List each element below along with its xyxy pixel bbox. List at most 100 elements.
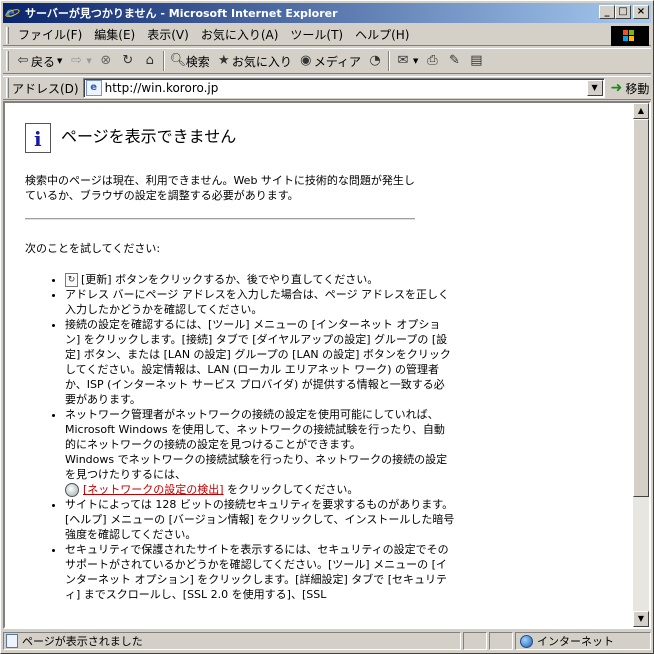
media-button[interactable]: ◉ メディア: [295, 50, 364, 72]
browser-window: e サーバーが見つかりません - Microsoft Internet Expl…: [0, 0, 654, 654]
menu-edit[interactable]: 編集(E): [88, 26, 141, 45]
search-label: 検索: [185, 54, 210, 69]
vertical-scrollbar[interactable]: ▲ ▼: [633, 103, 649, 627]
ie-logo-icon: e: [4, 5, 21, 21]
scroll-up-button[interactable]: ▲: [633, 103, 649, 119]
toolbar-separator: [162, 51, 165, 71]
address-bar: アドレス(D) e http://win.kororo.jp ▼ ➜ 移動: [3, 76, 651, 100]
divider: [25, 218, 415, 220]
go-button[interactable]: ➜ 移動: [611, 80, 650, 97]
refresh-icon: ↻: [65, 273, 78, 287]
home-button[interactable]: ⌂: [139, 50, 161, 72]
maximize-button[interactable]: □: [615, 5, 631, 19]
tip-refresh: ボタンをクリックするか、後でやり直してください。: [115, 273, 379, 286]
toolbar-grip[interactable]: [6, 51, 9, 71]
window-controls: _ □ ×: [599, 5, 649, 19]
scroll-thumb[interactable]: [633, 119, 649, 497]
windows-logo-icon: [611, 26, 649, 46]
list-item: アドレス バーにページ アドレスを入力した場合は、ページ アドレスを正しく入力し…: [65, 287, 455, 317]
address-label: アドレス(D): [12, 81, 79, 96]
error-header: i ページを表示できません: [25, 123, 633, 153]
tip-refresh-label: [更新]: [81, 273, 112, 286]
title-bar[interactable]: e サーバーが見つかりません - Microsoft Internet Expl…: [3, 3, 651, 23]
globe-icon: [520, 634, 533, 648]
go-arrow-icon: ➜: [610, 80, 623, 96]
stop-button[interactable]: ⊗: [95, 50, 117, 72]
search-icon: 🔍︎: [169, 53, 187, 68]
tip-network-after: をクリックしてください。: [227, 483, 359, 496]
address-url[interactable]: http://win.kororo.jp: [105, 81, 219, 95]
back-arrow-icon: ⇦: [17, 53, 29, 68]
page-loaded-icon: [6, 634, 18, 648]
window-title: サーバーが見つかりません - Microsoft Internet Explor…: [25, 7, 338, 20]
discuss-icon: ▤: [470, 53, 483, 68]
status-progress-panel: [463, 632, 487, 650]
mail-button[interactable]: ✉ ▼: [392, 50, 421, 72]
zone-label: インターネット: [537, 635, 614, 648]
print-icon: ⎙: [427, 53, 438, 68]
tip-network: ネットワーク管理者がネットワークの接続の設定を使用可能にしていれば、Micros…: [65, 408, 445, 451]
back-button[interactable]: ⇦ 戻る ▼: [12, 50, 65, 72]
error-description: 検索中のページは現在、利用できません。Web サイトに技術的な問題が発生している…: [25, 174, 415, 202]
detect-network-link[interactable]: [ネットワークの設定の検出]: [83, 483, 224, 496]
history-button[interactable]: ◔: [364, 50, 386, 72]
edit-button[interactable]: ✎: [443, 50, 465, 72]
info-icon: i: [25, 123, 51, 153]
page-title: ページを表示できません: [61, 127, 237, 146]
favorites-button[interactable]: ★ お気に入り: [213, 50, 295, 72]
network-detect-icon: [65, 483, 79, 497]
stop-icon: ⊗: [100, 53, 112, 68]
favorites-label: お気に入り: [231, 54, 292, 69]
menu-help[interactable]: ヘルプ(H): [349, 26, 415, 45]
menu-view[interactable]: 表示(V): [141, 26, 195, 45]
security-zone-panel[interactable]: インターネット: [515, 632, 651, 650]
list-item: ↻[更新] ボタンをクリックするか、後でやり直してください。: [65, 272, 455, 287]
close-button[interactable]: ×: [633, 5, 649, 19]
address-grip[interactable]: [6, 78, 9, 98]
list-item: セキュリティで保護されたサイトを表示するには、セキュリティの設定でそのサポートが…: [65, 542, 455, 602]
mail-icon: ✉: [397, 53, 409, 68]
address-dropdown-icon[interactable]: ▼: [586, 80, 603, 96]
minimize-button[interactable]: _: [599, 5, 615, 19]
favorites-icon: ★: [217, 53, 230, 68]
toolbar-separator: [388, 51, 390, 71]
search-button[interactable]: 🔍︎ 検索: [167, 50, 213, 72]
address-input[interactable]: e http://win.kororo.jp ▼: [82, 78, 605, 98]
discuss-button[interactable]: ▤: [465, 50, 487, 72]
status-security-panel: [489, 632, 513, 650]
forward-dropdown-icon[interactable]: ▼: [86, 57, 91, 65]
content-frame: i ページを表示できません 検索中のページは現在、利用できません。Web サイト…: [3, 101, 651, 629]
menu-file[interactable]: ファイル(F): [12, 26, 88, 45]
media-label: メディア: [313, 54, 361, 69]
list-item: ネットワーク管理者がネットワークの接続の設定を使用可能にしていれば、Micros…: [65, 407, 455, 497]
tip-network-detect: Windows でネットワークの接続試験を行ったり、ネットワークの接続の設定を見…: [65, 453, 448, 481]
standard-toolbar: ⇦ 戻る ▼ ⇨ ▼ ⊗ ↻ ⌂ 🔍︎ 検索 ★ お気に入り ◉ メディア ◔ …: [3, 48, 651, 74]
go-label: 移動: [625, 81, 650, 96]
list-item: サイトによっては 128 ビットの接続セキュリティを要求するものがあります。[ヘ…: [65, 497, 455, 542]
back-dropdown-icon[interactable]: ▼: [57, 57, 62, 65]
status-text: ページが表示されました: [22, 635, 143, 648]
edit-icon: ✎: [448, 53, 460, 68]
refresh-icon: ↻: [122, 53, 134, 68]
forward-arrow-icon: ⇨: [70, 53, 82, 68]
page-icon: e: [85, 80, 102, 96]
menu-favorites[interactable]: お気に入り(A): [195, 26, 285, 45]
status-bar: ページが表示されました インターネット: [3, 631, 651, 651]
tips-list: ↻[更新] ボタンをクリックするか、後でやり直してください。 アドレス バーにペ…: [25, 272, 455, 602]
menu-grip[interactable]: [6, 26, 9, 44]
status-text-panel: ページが表示されました: [3, 632, 461, 650]
media-icon: ◉: [300, 53, 312, 68]
menu-bar: ファイル(F) 編集(E) 表示(V) お気に入り(A) ツール(T) ヘルプ(…: [3, 25, 651, 46]
print-button[interactable]: ⎙: [421, 50, 443, 72]
list-item: 接続の設定を確認するには、[ツール] メニューの [インターネット オプション]…: [65, 317, 455, 407]
back-label: 戻る: [31, 54, 56, 69]
forward-button[interactable]: ⇨ ▼: [65, 50, 94, 72]
scroll-down-button[interactable]: ▼: [633, 611, 649, 627]
refresh-button[interactable]: ↻: [117, 50, 139, 72]
page-content: i ページを表示できません 検索中のページは現在、利用できません。Web サイト…: [5, 103, 633, 627]
menu-tools[interactable]: ツール(T): [284, 26, 349, 45]
mail-dropdown-icon[interactable]: ▼: [413, 57, 418, 65]
try-label: 次のことを試してください:: [25, 242, 161, 255]
home-icon: ⌂: [145, 53, 154, 68]
history-icon: ◔: [369, 53, 381, 68]
